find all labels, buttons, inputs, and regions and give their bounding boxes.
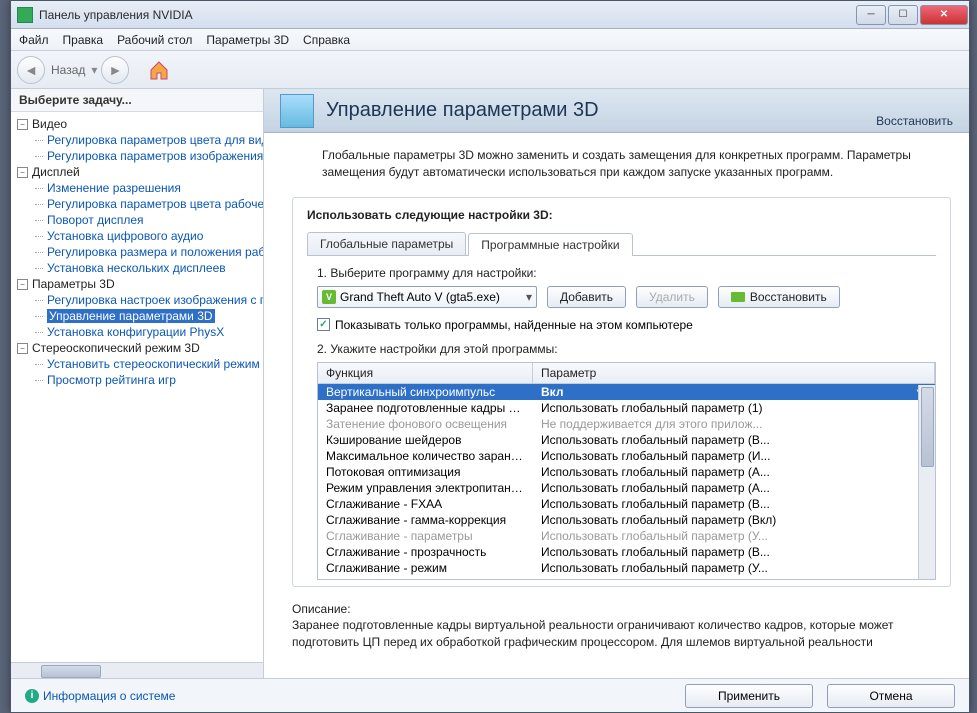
menu-edit[interactable]: Правка: [63, 33, 104, 47]
tree-item[interactable]: Управление параметрами 3D: [33, 308, 261, 324]
tree-item[interactable]: Установка конфигурации PhysX: [33, 324, 261, 340]
toolbar: ◄ Назад ▾ ►: [11, 51, 969, 89]
table-row[interactable]: Режим управления электропитаниемИспользо…: [318, 480, 935, 496]
main-header: Управление параметрами 3D Восстановить: [264, 89, 969, 133]
tabs: Глобальные параметры Программные настрой…: [307, 232, 936, 256]
description-text: Заранее подготовленные кадры виртуальной…: [292, 617, 953, 651]
checkbox-label: Показывать только программы, найденные н…: [335, 318, 693, 332]
back-label: Назад: [51, 63, 85, 77]
info-icon: i: [25, 689, 39, 703]
sidebar-title: Выберите задачу...: [11, 89, 263, 112]
tree-item[interactable]: Регулировка настроек изображения с просм…: [33, 292, 261, 308]
tree-item[interactable]: Поворот дисплея: [33, 212, 261, 228]
program-icon: V: [322, 290, 336, 304]
table-row[interactable]: Потоковая оптимизацияИспользовать глобал…: [318, 464, 935, 480]
restore-button[interactable]: Восстановить: [718, 286, 840, 308]
nvidia-logo-icon: [731, 292, 745, 302]
page-title: Управление параметрами 3D: [326, 99, 876, 122]
tree-group-label[interactable]: Дисплей: [32, 165, 80, 179]
tree-toggle[interactable]: −: [17, 343, 28, 354]
home-button[interactable]: [145, 56, 173, 84]
restore-link[interactable]: Восстановить: [876, 114, 953, 132]
chevron-down-icon: ▾: [526, 290, 532, 304]
tree-item[interactable]: Установить стереоскопический режим 3D: [33, 356, 261, 372]
cancel-button[interactable]: Отмена: [827, 684, 955, 708]
titlebar[interactable]: Панель управления NVIDIA ─ ☐ ✕: [11, 1, 969, 29]
table-row[interactable]: Сглаживание - гамма-коррекцияИспользоват…: [318, 512, 935, 528]
table-row[interactable]: Тройная буферизацияВкл: [318, 576, 935, 579]
panel-title: Использовать следующие настройки 3D:: [307, 208, 936, 222]
settings-table: Функция Параметр Вертикальный синхроимпу…: [317, 362, 936, 580]
maximize-button[interactable]: ☐: [888, 5, 918, 25]
tree-toggle[interactable]: −: [17, 119, 28, 130]
forward-button[interactable]: ►: [101, 56, 129, 84]
tree-item[interactable]: Изменение разрешения: [33, 180, 261, 196]
table-row[interactable]: Заранее подготовленные кадры вирту...Исп…: [318, 400, 935, 416]
program-name: Grand Theft Auto V (gta5.exe): [340, 290, 526, 304]
table-row[interactable]: Вертикальный синхроимпульсВкл▾: [318, 384, 935, 400]
minimize-button[interactable]: ─: [856, 5, 886, 25]
main-panel: Управление параметрами 3D Восстановить Г…: [264, 89, 969, 679]
settings-panel: Использовать следующие настройки 3D: Гло…: [292, 197, 951, 587]
table-row[interactable]: Максимальное количество заранее под...Ис…: [318, 448, 935, 464]
page-description: Глобальные параметры 3D можно заменить и…: [264, 133, 969, 191]
tree-item[interactable]: Регулировка размера и положения рабочего…: [33, 244, 261, 260]
table-row[interactable]: Сглаживание - прозрачностьИспользовать г…: [318, 544, 935, 560]
program-dropdown[interactable]: V Grand Theft Auto V (gta5.exe) ▾: [317, 286, 537, 308]
nvidia-icon: [17, 7, 33, 23]
tree-item[interactable]: Просмотр рейтинга игр: [33, 372, 261, 388]
tree-group-label[interactable]: Видео: [32, 117, 67, 131]
back-dropdown-icon[interactable]: ▾: [91, 63, 97, 77]
tab-global[interactable]: Глобальные параметры: [307, 232, 466, 255]
tree-toggle[interactable]: −: [17, 279, 28, 290]
show-only-checkbox[interactable]: ✓: [317, 318, 330, 331]
tree-item[interactable]: Установка нескольких дисплеев: [33, 260, 261, 276]
table-row[interactable]: Затенение фонового освещенияНе поддержив…: [318, 416, 935, 432]
tree-item[interactable]: Регулировка параметров цвета для видео: [33, 132, 261, 148]
apply-button[interactable]: Применить: [685, 684, 813, 708]
tree-group-label[interactable]: Параметры 3D: [32, 277, 115, 291]
footer: i Информация о системе Применить Отмена: [11, 678, 969, 712]
sidebar-scrollbar[interactable]: [11, 662, 263, 679]
col-parameter[interactable]: Параметр: [533, 363, 935, 383]
back-button[interactable]: ◄: [17, 56, 45, 84]
home-icon: [148, 59, 170, 81]
app-window: Панель управления NVIDIA ─ ☐ ✕ Файл Прав…: [10, 0, 970, 713]
window-title: Панель управления NVIDIA: [39, 8, 855, 22]
menubar: Файл Правка Рабочий стол Параметры 3D Сп…: [11, 29, 969, 51]
menu-desktop[interactable]: Рабочий стол: [117, 33, 192, 47]
table-scrollbar[interactable]: [918, 385, 935, 579]
col-function[interactable]: Функция: [318, 363, 533, 383]
task-tree: −ВидеоРегулировка параметров цвета для в…: [11, 112, 263, 662]
step2-label: 2. Укажите настройки для этой программы:: [317, 342, 936, 356]
sidebar: Выберите задачу... −ВидеоРегулировка пар…: [11, 89, 264, 679]
description-block: Описание: Заранее подготовленные кадры в…: [292, 601, 953, 651]
tree-group-label[interactable]: Стереоскопический режим 3D: [32, 341, 200, 355]
close-button[interactable]: ✕: [920, 5, 968, 25]
header-icon: [280, 94, 314, 128]
tree-item[interactable]: Установка цифрового аудио: [33, 228, 261, 244]
menu-3d[interactable]: Параметры 3D: [206, 33, 289, 47]
tree-toggle[interactable]: −: [17, 167, 28, 178]
menu-help[interactable]: Справка: [303, 33, 350, 47]
table-row[interactable]: Сглаживание - FXAAИспользовать глобальны…: [318, 496, 935, 512]
system-info-link[interactable]: i Информация о системе: [25, 689, 175, 703]
remove-button[interactable]: Удалить: [636, 286, 708, 308]
tree-item[interactable]: Регулировка параметров цвета рабочего ст…: [33, 196, 261, 212]
table-row[interactable]: Сглаживание - режимИспользовать глобальн…: [318, 560, 935, 576]
table-row[interactable]: Кэширование шейдеровИспользовать глобаль…: [318, 432, 935, 448]
step1-label: 1. Выберите программу для настройки:: [317, 266, 936, 280]
description-title: Описание:: [292, 601, 953, 618]
tab-program[interactable]: Программные настройки: [468, 233, 632, 256]
menu-file[interactable]: Файл: [19, 33, 49, 47]
table-row[interactable]: Сглаживание - параметрыИспользовать глоб…: [318, 528, 935, 544]
add-button[interactable]: Добавить: [547, 286, 626, 308]
tree-item[interactable]: Регулировка параметров изображения: [33, 148, 261, 164]
